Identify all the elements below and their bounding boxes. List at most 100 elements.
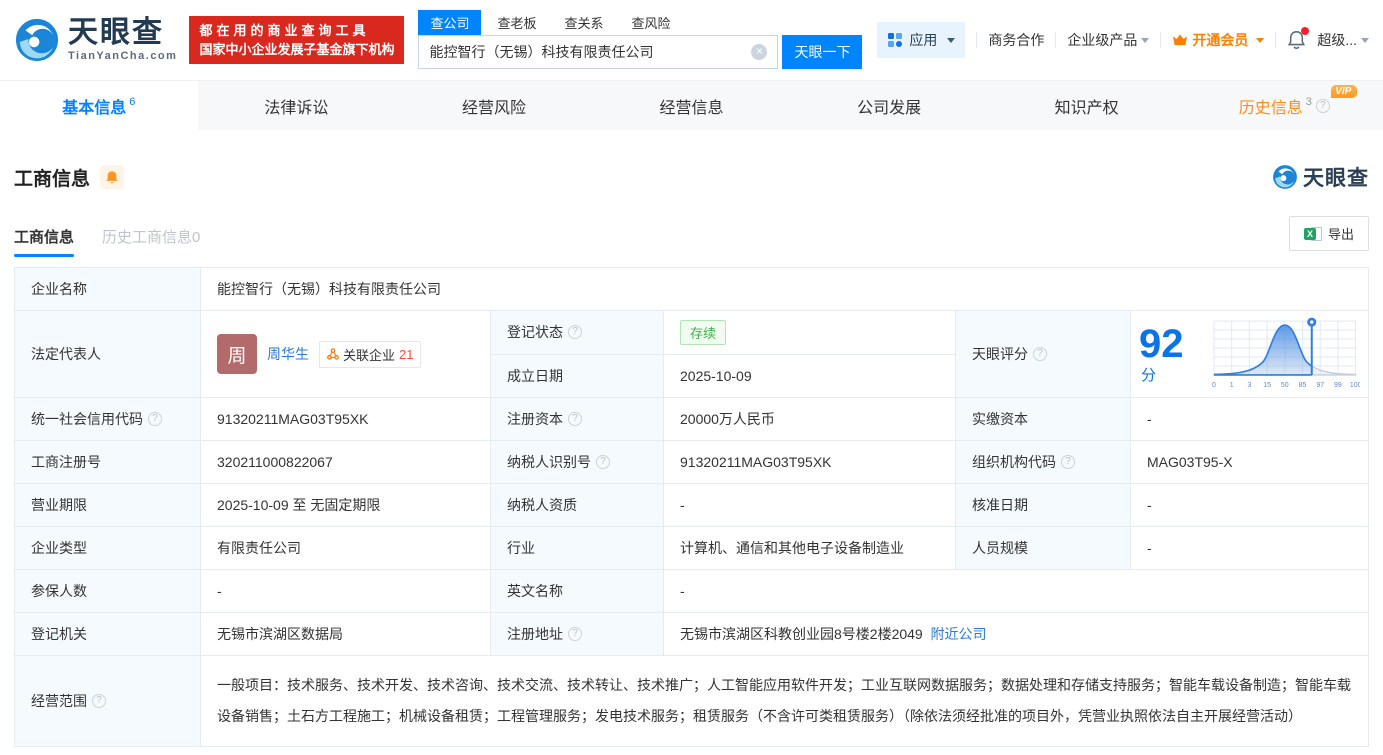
watermark-text: 天眼查 <box>1303 162 1369 192</box>
field-value-organization-code: MAG03T95-X <box>1131 441 1369 484</box>
help-icon[interactable] <box>1061 455 1075 469</box>
field-label-registration-number: 工商注册号 <box>15 441 201 484</box>
user-menu[interactable]: 超级... <box>1317 30 1369 50</box>
tab-basic-info[interactable]: 基本信息6 <box>0 81 198 130</box>
table-row: 统一社会信用代码 91320211MAG03T95XK 注册资本 20000万人… <box>15 398 1369 441</box>
main-content: 工商信息 天眼查 工商信息 历史工商信息0 导出 <box>0 162 1383 747</box>
chevron-down-icon <box>1361 38 1369 43</box>
help-icon[interactable] <box>568 627 582 641</box>
tab-company-development[interactable]: 公司发展 <box>790 81 988 130</box>
field-value-business-scope: 一般项目：技术服务、技术开发、技术咨询、技术交流、技术转让、技术推广；人工智能应… <box>201 656 1369 747</box>
field-value-tianyan-score[interactable]: 92分 <box>1131 311 1369 398</box>
field-value-taxpayer-id: 91320211MAG03T95XK <box>664 441 956 484</box>
field-label-registered-capital: 注册资本 <box>491 398 664 441</box>
search-box <box>418 35 778 69</box>
tab-legal-proceedings[interactable]: 法律诉讼 <box>198 81 396 130</box>
export-label: 导出 <box>1328 224 1354 243</box>
tab-intellectual-property[interactable]: 知识产权 <box>988 81 1186 130</box>
svg-text:50: 50 <box>1281 382 1289 389</box>
apps-menu[interactable]: 应用 <box>877 22 965 58</box>
avatar[interactable]: 周 <box>217 334 257 374</box>
notifications-button[interactable] <box>1287 30 1306 50</box>
score-distribution-chart: 0 1 3 15 50 85 97 99 100 <box>1208 315 1360 393</box>
monitor-bell-button[interactable] <box>100 165 124 189</box>
related-companies-badge[interactable]: 关联企业 21 <box>319 341 421 368</box>
field-label-staff-size: 人员规模 <box>956 527 1131 570</box>
relation-graph-icon <box>327 348 339 360</box>
search-input[interactable] <box>429 44 751 60</box>
field-value-company-type: 有限责任公司 <box>201 527 491 570</box>
subtab-history-registration[interactable]: 历史工商信息0 <box>102 226 200 257</box>
field-label-legal-representative: 法定代表人 <box>15 311 201 398</box>
tab-count: 3 <box>1306 96 1312 108</box>
clear-search-icon[interactable] <box>751 44 767 60</box>
open-vip-button[interactable]: 开通会员 <box>1172 30 1264 50</box>
divider <box>1055 32 1056 48</box>
field-value-english-name: - <box>664 570 1369 613</box>
field-value-paid-capital: - <box>1131 398 1369 441</box>
field-label-business-term: 营业期限 <box>15 484 201 527</box>
search-tabs: 查公司 查老板 查关系 查风险 <box>418 12 862 35</box>
tab-count: 6 <box>129 96 135 108</box>
status-badge: 存续 <box>680 320 726 345</box>
top-header: 天眼查 TianYanCha.com 都在用的商业查询工具 国家中小企业发展子基… <box>0 0 1383 80</box>
svg-text:0: 0 <box>1212 382 1216 389</box>
field-label-registration-status: 登记状态 <box>491 311 664 355</box>
chevron-down-icon <box>1141 38 1149 43</box>
tab-business-risk[interactable]: 经营风险 <box>395 81 593 130</box>
vip-label: 开通会员 <box>1192 30 1248 50</box>
search-tab-risk[interactable]: 查风险 <box>620 10 683 35</box>
field-label-credit-code: 统一社会信用代码 <box>15 398 201 441</box>
slogan-line2: 国家中小企业发展子基金旗下机构 <box>199 40 394 59</box>
help-icon[interactable] <box>1316 99 1330 113</box>
tab-label: 经营信息 <box>660 94 724 118</box>
help-icon[interactable] <box>92 694 106 708</box>
export-button[interactable]: 导出 <box>1289 216 1369 251</box>
field-value-business-term: 2025-10-09 至 无固定期限 <box>201 484 491 527</box>
search-area: 查公司 查老板 查关系 查风险 天眼一下 <box>418 12 862 69</box>
field-value-legal-representative: 周 周华生 关联企业 21 <box>201 311 491 398</box>
tab-label: 基本信息 <box>62 94 126 118</box>
field-label-establish-date: 成立日期 <box>491 354 664 398</box>
legal-representative-link[interactable]: 周华生 <box>267 344 309 364</box>
search-tab-company[interactable]: 查公司 <box>418 10 481 35</box>
nearby-companies-link[interactable]: 附近公司 <box>931 626 987 642</box>
tab-history-info[interactable]: VIP 历史信息3 <box>1185 81 1383 130</box>
section-title: 工商信息 <box>14 164 90 191</box>
svg-text:3: 3 <box>1248 382 1252 389</box>
help-icon[interactable] <box>568 325 582 339</box>
tianyancha-logo[interactable]: 天眼查 TianYanCha.com <box>14 17 177 63</box>
field-value-company-name: 能控智行（无锡）科技有限责任公司 <box>201 268 1369 311</box>
score-value: 92 <box>1139 322 1184 366</box>
tab-business-info[interactable]: 经营信息 <box>593 81 791 130</box>
field-label-organization-code: 组织机构代码 <box>956 441 1131 484</box>
help-icon[interactable] <box>596 455 610 469</box>
subtab-business-registration[interactable]: 工商信息 <box>14 226 74 257</box>
menu-enterprise-products[interactable]: 企业级产品 <box>1067 30 1149 50</box>
bell-icon <box>105 170 119 185</box>
table-row: 营业期限 2025-10-09 至 无固定期限 纳税人资质 - 核准日期 - <box>15 484 1369 527</box>
table-row: 经营范围 一般项目：技术服务、技术开发、技术咨询、技术交流、技术转让、技术推广；… <box>15 656 1369 747</box>
search-button[interactable]: 天眼一下 <box>782 35 862 69</box>
help-icon[interactable] <box>1033 347 1047 361</box>
table-row: 企业名称 能控智行（无锡）科技有限责任公司 <box>15 268 1369 311</box>
help-icon[interactable] <box>148 412 162 426</box>
enterprise-label: 企业级产品 <box>1067 30 1137 50</box>
logo-subtitle: TianYanCha.com <box>68 51 177 62</box>
divider <box>976 32 977 48</box>
tab-label: 历史信息 <box>1239 94 1303 118</box>
field-label-insured-count: 参保人数 <box>15 570 201 613</box>
field-label-company-name: 企业名称 <box>15 268 201 311</box>
menu-business-coop[interactable]: 商务合作 <box>988 30 1044 50</box>
search-tab-boss[interactable]: 查老板 <box>485 10 548 35</box>
tab-label: 公司发展 <box>857 94 921 118</box>
business-info-table: 企业名称 能控智行（无锡）科技有限责任公司 法定代表人 周 周华生 <box>14 267 1369 747</box>
chevron-down-icon <box>1256 38 1264 43</box>
table-row: 法定代表人 周 周华生 关联企业 21 <box>15 311 1369 355</box>
help-icon[interactable] <box>568 412 582 426</box>
company-section-tabs: 基本信息6 法律诉讼 经营风险 经营信息 公司发展 知识产权 VIP 历史信息3 <box>0 80 1383 130</box>
table-row: 登记机关 无锡市滨湖区数据局 注册地址 无锡市滨湖区科教创业园8号楼2楼2049… <box>15 613 1369 656</box>
field-label-taxpayer-qualification: 纳税人资质 <box>491 484 664 527</box>
search-tab-relation[interactable]: 查关系 <box>552 10 615 35</box>
field-value-approval-date: - <box>1131 484 1369 527</box>
